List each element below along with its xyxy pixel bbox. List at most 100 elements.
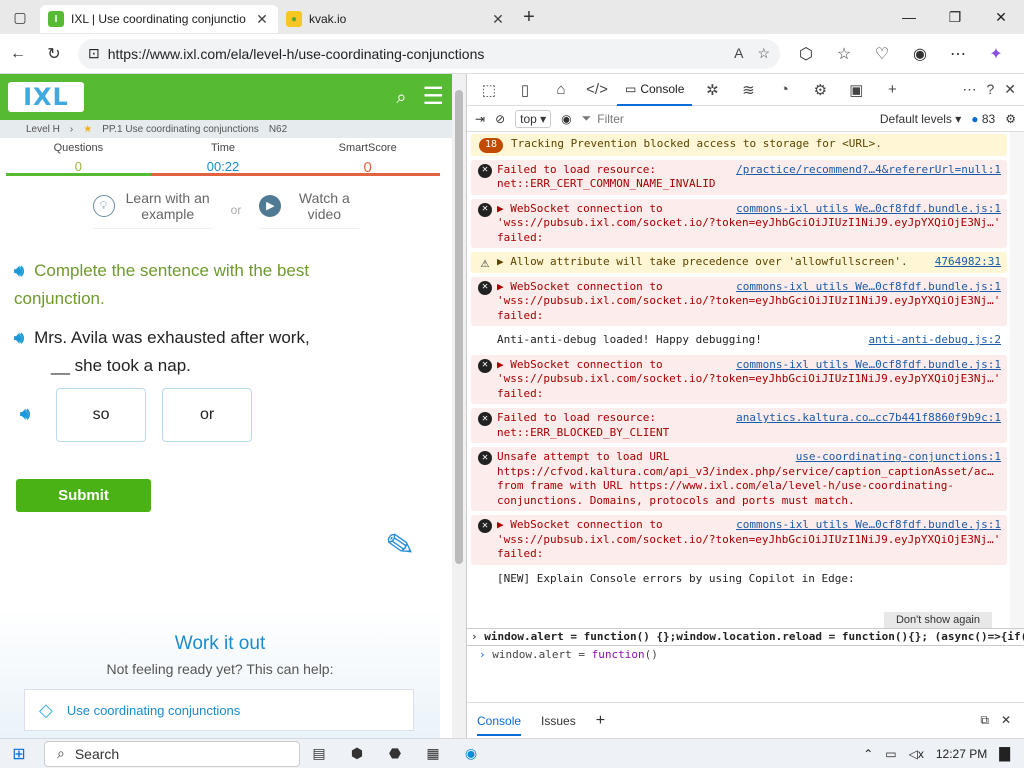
message-source-link[interactable]: anti-anti-debug.js:2 [869,333,1001,348]
refresh-icon[interactable]: ↻ [36,38,72,70]
back-icon[interactable]: ← [0,38,36,70]
network-wifi-icon[interactable]: ≋ [732,81,764,99]
context-select[interactable]: top ▾ [515,109,552,128]
dock-icon[interactable]: ⧉ [980,713,989,728]
minimize-icon[interactable]: — [886,0,932,34]
message-source-link[interactable]: use-coordinating-conjunctions:1 [796,450,1001,465]
answer-so[interactable]: so [56,388,147,442]
search-icon[interactable]: ⌕ [396,87,406,108]
device-emulation-icon[interactable]: ▯ [509,81,541,99]
console-history-entry[interactable]: › window.alert = function() {};window.lo… [467,628,1024,646]
help-icon[interactable]: ? [986,81,994,98]
console-message[interactable]: 18 Tracking Prevention blocked access to … [471,134,1007,156]
application-icon[interactable]: ▣ [840,81,872,99]
tab-ixl[interactable]: I IXL | Use coordinating conjunctio ✕ [40,5,278,33]
elements-icon[interactable]: </> [581,81,613,98]
breadcrumb-level[interactable]: Level H [26,124,60,135]
more-menu-icon[interactable]: ⋯ [940,38,976,70]
message-source-link[interactable]: commons-ixl utils We…0cf8fdf.bundle.js:1 [736,280,1001,295]
scrollbar-thumb[interactable] [455,90,463,564]
console-message[interactable]: ⚠ 4764982:31 ▶ Allow attribute will take… [471,252,1007,273]
console-settings-icon[interactable]: ⚙ [1005,112,1016,126]
add-drawer-tab-icon[interactable]: + [596,712,605,730]
dont-show-again-button[interactable]: Don't show again [883,612,992,628]
watch-video-button[interactable]: ▶ Watch a video [259,190,360,229]
clock[interactable]: 12:27 PM [936,747,987,761]
profile-avatar[interactable]: ◉ [902,38,938,70]
message-source-link[interactable]: commons-ixl utils We…0cf8fdf.bundle.js:1 [736,202,1001,217]
log-levels-select[interactable]: Default levels ▾ [880,112,961,126]
app-icon[interactable]: ⬣ [376,745,414,762]
hamburger-menu-icon[interactable]: ☰ [422,85,444,109]
more-options-icon[interactable]: ⋯ [962,81,976,98]
live-expression-eye-icon[interactable]: ◉ [561,112,571,126]
console-message[interactable]: ✕ use-coordinating-conjunctions:1 Unsafe… [471,447,1007,511]
answer-or[interactable]: or [162,388,253,442]
address-bar[interactable]: ⊡ https://www.ixl.com/ela/level-h/use-co… [78,38,780,69]
notifications-icon[interactable]: ▇ [999,745,1010,762]
message-source-link[interactable]: commons-ixl utils We…0cf8fdf.bundle.js:1 [736,358,1001,373]
tab-kvak[interactable]: ● kvak.io ✕ [278,5,514,33]
console-message[interactable]: ✕ /practice/recommend?…4&refererUrl=null… [471,159,1007,195]
console-message[interactable]: anti-anti-debug.js:2 Anti-anti-debug loa… [471,330,1007,351]
extensions-icon[interactable]: ⬡ [788,38,824,70]
console-message[interactable]: ✕ commons-ixl utils We…0cf8fdf.bundle.js… [471,198,1007,248]
read-aloud-icon[interactable]: A [734,45,743,62]
volume-muted-icon[interactable]: ◁x [909,747,924,761]
sources-bug-icon[interactable]: ✲ [696,81,728,99]
ixl-logo[interactable]: IXL [8,82,84,112]
chevron-up-icon[interactable]: ⌃ [863,747,873,761]
app-icon[interactable]: ⬢ [338,745,376,762]
copilot-icon[interactable]: ✦ [978,38,1014,70]
inspect-element-icon[interactable]: ⬚ [473,81,505,99]
edge-browser-icon[interactable]: ◉ [452,745,490,762]
console-scrollbar[interactable] [1010,132,1024,632]
new-tab-button[interactable]: + [514,6,544,29]
issues-counter[interactable]: ● 83 [971,112,995,126]
tab-actions-icon[interactable]: ▢ [0,0,40,34]
console-input[interactable]: › window.alert = function() [467,647,1024,665]
learn-with-example-button[interactable]: 💡︎ Learn with an example [92,190,213,229]
submit-button[interactable]: Submit [16,479,151,512]
close-window-icon[interactable]: ✕ [978,0,1024,34]
speaker-icon[interactable]: 🔊︎ [14,263,24,280]
skill-link[interactable]: ◇ Use coordinating conjunctions [24,689,414,731]
console-message[interactable]: ✕ commons-ixl utils We…0cf8fdf.bundle.js… [471,276,1007,326]
close-devtools-icon[interactable]: ✕ [1004,81,1016,98]
console-message[interactable]: ✕ commons-ixl utils We…0cf8fdf.bundle.js… [471,354,1007,404]
speaker-icon[interactable]: 🔊︎ [20,406,30,424]
close-tab-icon[interactable]: ✕ [254,11,270,28]
console-message[interactable]: ✕ commons-ixl utils We…0cf8fdf.bundle.js… [471,515,1007,565]
filter-input[interactable]: ⏷ Filter [582,111,802,126]
close-tab-icon[interactable]: ✕ [490,11,506,28]
message-source-link[interactable]: analytics.kaltura.co…cc7b441f8860f9b9c:1 [736,411,1001,426]
start-windows-icon[interactable]: ⊞ [0,744,38,764]
page-scrollbar[interactable] [452,74,466,738]
task-view-icon[interactable]: ▤ [300,745,338,762]
clear-console-icon[interactable]: ⊘ [495,112,505,126]
speaker-icon[interactable]: 🔊︎ [14,330,24,347]
console-message[interactable]: ✕ analytics.kaltura.co…cc7b441f8860f9b9c… [471,408,1007,443]
tab-console[interactable]: ▭ Console [617,74,693,106]
performance-icon[interactable]: ♡ [864,38,900,70]
settings-gear-icon[interactable]: ⚙ [804,81,836,99]
site-info-icon[interactable]: ⊡ [88,45,100,62]
notepad-icon[interactable]: ▦ [414,745,452,762]
message-source-link[interactable]: commons-ixl utils We…0cf8fdf.bundle.js:1 [736,518,1001,533]
message-source-link[interactable]: 4764982:31 [935,255,1001,270]
drawer-tab-issues[interactable]: Issues [541,714,576,728]
drawer-tab-console[interactable]: Console [477,714,522,736]
pencil-icon[interactable]: ✎ [383,524,418,568]
taskbar-search[interactable]: ⌕ Search [44,740,300,767]
welcome-home-icon[interactable]: ⌂ [545,81,577,98]
favorites-icon[interactable]: ☆ [826,38,862,70]
console-message[interactable]: [NEW] Explain Console errors by using Co… [471,568,1007,589]
favorite-star-icon[interactable]: ☆ [757,45,770,62]
sidebar-toggle-icon[interactable]: ⇥ [475,112,485,126]
performance-gauge-icon[interactable]: ◔ [768,81,800,98]
close-drawer-icon[interactable]: ✕ [1001,713,1011,728]
maximize-icon[interactable]: ❐ [932,0,978,34]
more-tools-plus-icon[interactable]: + [876,81,908,98]
message-source-link[interactable]: /practice/recommend?…4&refererUrl=null:1 [736,163,1001,178]
network-icon[interactable]: ▭ [885,747,896,761]
